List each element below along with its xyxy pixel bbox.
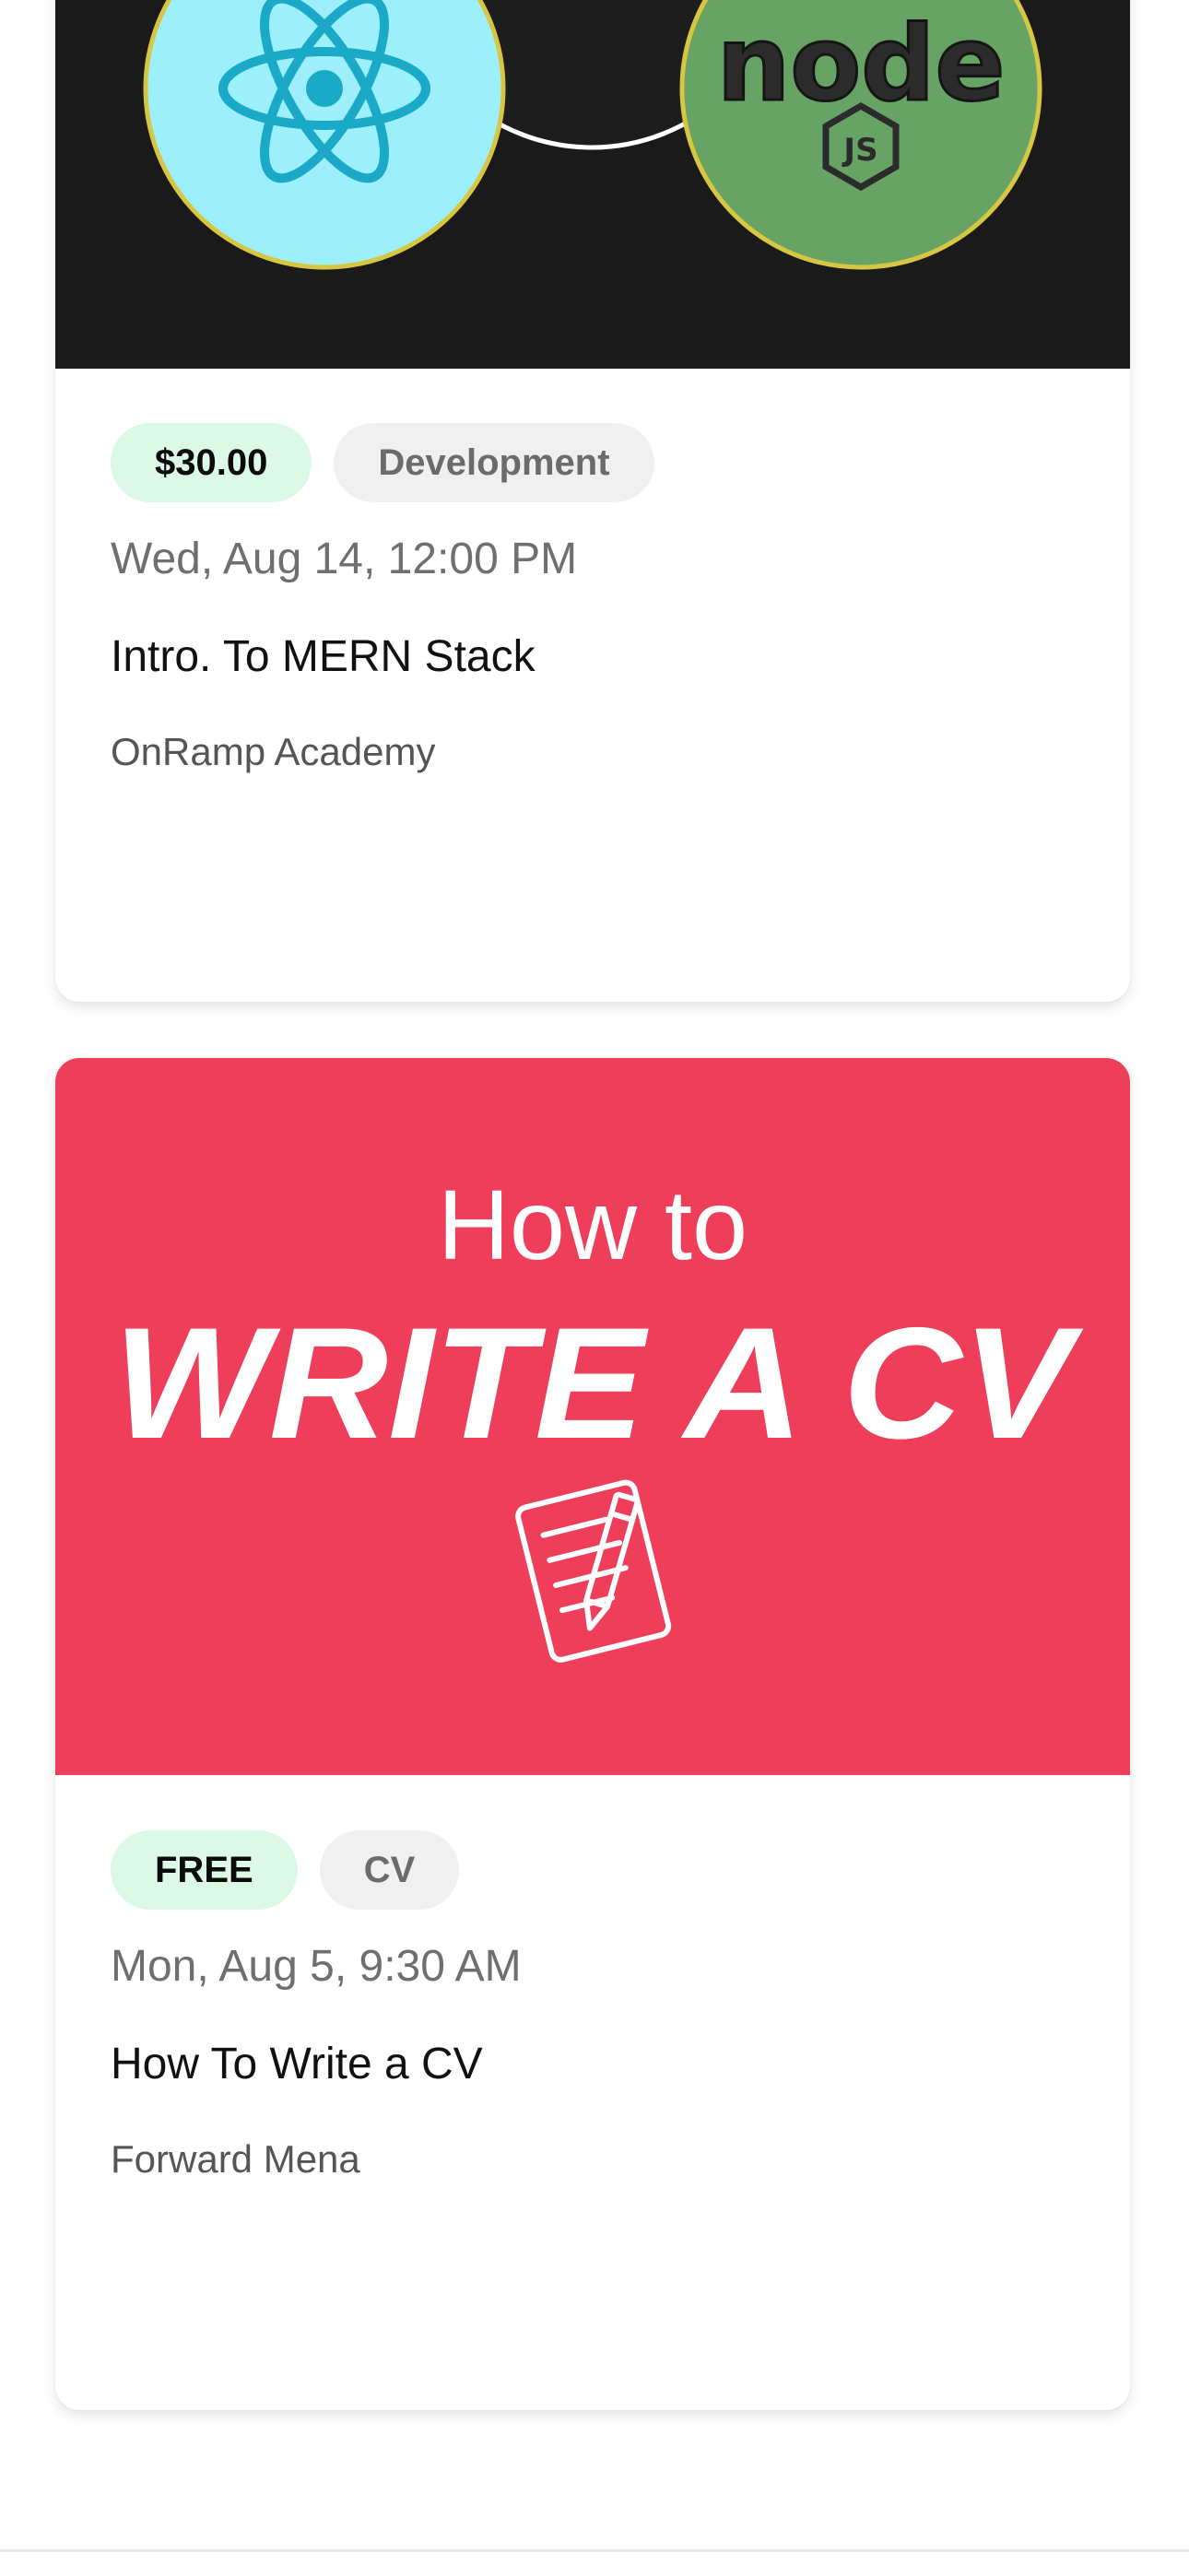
event-date: Wed, Aug 14, 12:00 PM [111,535,578,583]
event-card[interactable]: node JS $30.00 Development Wed, Aug 14, … [55,0,1130,1002]
event-tags: FREE CV [111,1830,1075,1910]
event-organizer: OnRamp Academy [111,730,436,773]
price-tag: FREE [111,1830,298,1910]
event-card[interactable]: How to WRITE A CV FREE CV Mon, Aug 5, 9:… [55,1058,1130,2410]
svg-text:How to: How to [438,1169,748,1280]
event-date: Mon, Aug 5, 9:30 AM [111,1942,522,1991]
category-tag: Development [334,423,654,502]
event-tags: $30.00 Development [111,423,1075,502]
svg-text:JS: JS [842,132,877,169]
price-tag: $30.00 [111,423,312,502]
svg-text:WRITE A CV: WRITE A CV [113,1295,1084,1472]
event-banner-image: How to WRITE A CV [55,1058,1130,1775]
event-organizer: Forward Mena [111,2137,360,2181]
bottom-divider [0,2549,1189,2552]
event-banner-image: node JS [55,0,1130,369]
event-title[interactable]: How To Write a CV [111,2039,1075,2090]
category-tag: CV [319,1830,460,1910]
event-card-body: FREE CV Mon, Aug 5, 9:30 AM How To Write… [111,1830,1075,2182]
event-title[interactable]: Intro. To MERN Stack [111,631,1075,683]
event-card-body: $30.00 Development Wed, Aug 14, 12:00 PM… [111,423,1075,775]
